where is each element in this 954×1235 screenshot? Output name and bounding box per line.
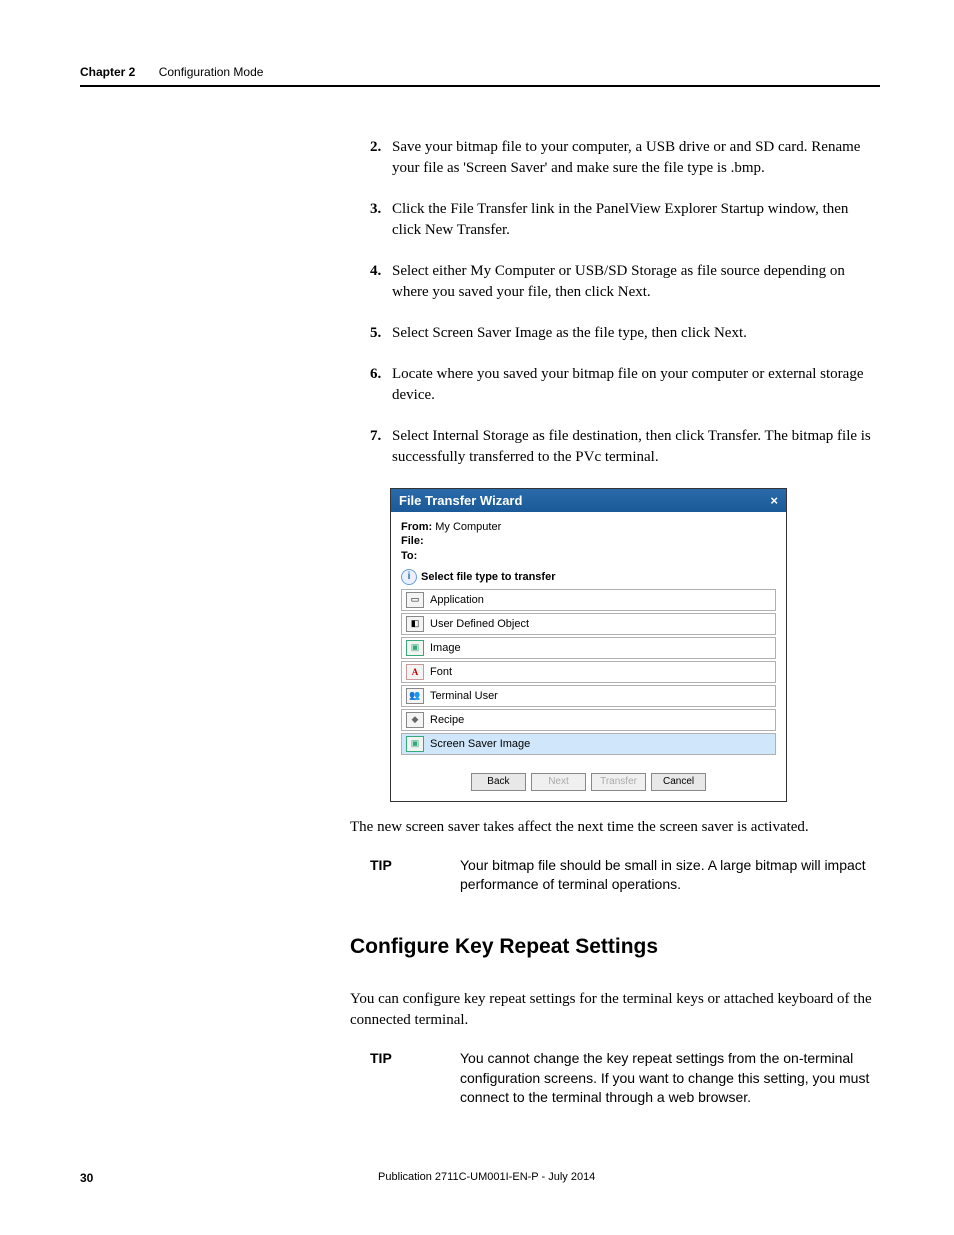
step-number: 4. (370, 261, 392, 303)
file-type-row[interactable]: ▣ Screen Saver Image (401, 733, 776, 755)
file-type-row[interactable]: ▭ Application (401, 589, 776, 611)
section-para: You can configure key repeat settings fo… (350, 989, 880, 1031)
file-type-row[interactable]: ◧ User Defined Object (401, 613, 776, 635)
transfer-button[interactable]: Transfer (591, 773, 646, 791)
file-type-row[interactable]: 👥 Terminal User (401, 685, 776, 707)
step-text: Save your bitmap file to your computer, … (392, 137, 880, 179)
chapter-title: Configuration Mode (159, 65, 264, 79)
step-item: 5.Select Screen Saver Image as the file … (370, 323, 880, 344)
step-number: 3. (370, 199, 392, 241)
info-icon: i (401, 569, 417, 585)
next-button[interactable]: Next (531, 773, 586, 791)
file-type-label: Application (430, 594, 484, 606)
close-icon[interactable]: × (770, 493, 778, 508)
step-number: 6. (370, 364, 392, 406)
step-number: 7. (370, 426, 392, 468)
app-icon: ▭ (406, 592, 424, 608)
img-icon: ▣ (406, 640, 424, 656)
file-type-label: Screen Saver Image (430, 738, 530, 750)
step-item: 7.Select Internal Storage as file destin… (370, 426, 880, 468)
file-type-row[interactable]: ◆ Recipe (401, 709, 776, 731)
step-item: 4.Select either My Computer or USB/SD St… (370, 261, 880, 303)
dialog-title: File Transfer Wizard (399, 493, 522, 508)
file-type-label: Image (430, 642, 461, 654)
step-text: Select Internal Storage as file destinat… (392, 426, 880, 468)
step-item: 2.Save your bitmap file to your computer… (370, 137, 880, 179)
dialog-meta: From: My Computer File: To: (401, 520, 776, 563)
file-type-label: User Defined Object (430, 618, 529, 630)
step-text: Locate where you saved your bitmap file … (392, 364, 880, 406)
page-header: Chapter 2 Configuration Mode (80, 65, 880, 87)
font-icon: A (406, 664, 424, 680)
file-type-row[interactable]: A Font (401, 661, 776, 683)
step-text: Select Screen Saver Image as the file ty… (392, 323, 747, 344)
step-item: 3.Click the File Transfer link in the Pa… (370, 199, 880, 241)
cancel-button[interactable]: Cancel (651, 773, 706, 791)
file-type-row[interactable]: ▣ Image (401, 637, 776, 659)
user-icon: 👥 (406, 688, 424, 704)
page-footer: 30 Publication 2711C-UM001I-EN-P - July … (80, 1171, 880, 1185)
udo-icon: ◧ (406, 616, 424, 632)
file-type-list: ▭ Application ◧ User Defined Object ▣ Image AF… (401, 589, 776, 755)
file-type-label: Font (430, 666, 452, 678)
dialog-titlebar: File Transfer Wizard × (391, 489, 786, 512)
tip-1: TIP Your bitmap file should be small in … (370, 856, 880, 895)
step-text: Click the File Transfer link in the Pane… (392, 199, 880, 241)
step-number: 2. (370, 137, 392, 179)
step-text: Select either My Computer or USB/SD Stor… (392, 261, 880, 303)
back-button[interactable]: Back (471, 773, 526, 791)
file-type-label: Recipe (430, 714, 464, 726)
step-number: 5. (370, 323, 392, 344)
step-item: 6.Locate where you saved your bitmap fil… (370, 364, 880, 406)
recipe-icon: ◆ (406, 712, 424, 728)
after-dialog-text: The new screen saver takes affect the ne… (350, 817, 880, 838)
img-icon: ▣ (406, 736, 424, 752)
chapter-label: Chapter 2 (80, 65, 135, 79)
file-type-label: Terminal User (430, 690, 498, 702)
file-transfer-dialog: File Transfer Wizard × From: My Computer… (390, 488, 787, 802)
steps-list: 2.Save your bitmap file to your computer… (370, 137, 880, 468)
page-number: 30 (80, 1171, 93, 1185)
tip-2: TIP You cannot change the key repeat set… (370, 1049, 880, 1108)
section-heading: Configure Key Repeat Settings (350, 935, 880, 959)
publication-id: Publication 2711C-UM001I-EN-P - July 201… (80, 1171, 880, 1183)
dialog-prompt: i Select file type to transfer (401, 569, 776, 585)
